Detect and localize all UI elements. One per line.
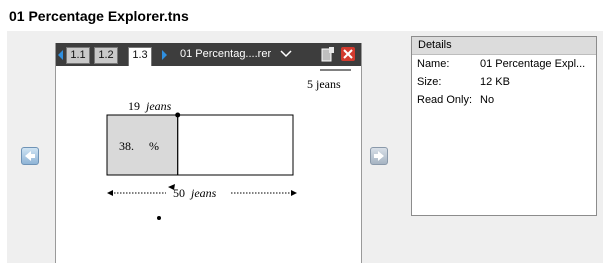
percent-value: 38.	[119, 139, 134, 153]
tab-1-1[interactable]: 1.1	[66, 47, 90, 64]
document-preview: 1.1 1.2 1.3 01 Percentag....rer 5 jeans …	[55, 43, 362, 263]
details-panel: Details Name: 01 Percentage Expl... Size…	[411, 36, 597, 216]
part-label: 19 jeans	[128, 99, 172, 113]
tab-scroll-right-icon[interactable]	[162, 50, 167, 60]
arrow-right-icon	[291, 190, 297, 196]
previous-page-button[interactable]	[21, 147, 39, 165]
scale-label: 5 jeans	[307, 77, 341, 91]
document-name[interactable]: 01 Percentag....rer	[180, 48, 271, 60]
chevron-down-icon[interactable]	[280, 49, 292, 59]
detail-value: No	[480, 94, 495, 106]
tab-scroll-left-icon[interactable]	[58, 50, 63, 60]
detail-row-size: Size: 12 KB	[412, 73, 596, 91]
close-icon	[343, 49, 353, 59]
detail-value: 01 Percentage Expl...	[480, 58, 586, 70]
arrow-left-icon	[25, 151, 35, 161]
detail-row-name: Name: 01 Percentage Expl...	[412, 55, 596, 73]
drag-handle[interactable]	[175, 112, 181, 118]
part-label-unit: jeans	[144, 99, 172, 113]
tab-1-2[interactable]: 1.2	[94, 47, 118, 64]
part-label-number: 19	[128, 99, 140, 113]
shaded-bar	[106, 114, 179, 176]
whole-label: 50 jeans	[173, 186, 217, 200]
details-heading: Details	[412, 37, 596, 55]
whole-label-unit: jeans	[189, 186, 217, 200]
whole-label-number: 50	[173, 186, 185, 200]
free-point[interactable]	[157, 216, 161, 220]
next-page-button[interactable]	[370, 147, 388, 165]
graphics-canvas: 5 jeans 19 jeans 38. % 50 jeans	[106, 69, 351, 220]
detail-value: 12 KB	[480, 76, 510, 88]
page-tab-bar: 1.1 1.2 1.3 01 Percentag....rer	[56, 43, 361, 66]
detail-label: Size:	[417, 76, 442, 88]
percent-sign: %	[149, 139, 159, 153]
detail-label: Name:	[417, 58, 450, 70]
document-tools-icon[interactable]	[321, 47, 335, 62]
detail-label: Read Only:	[417, 94, 473, 106]
close-button[interactable]	[341, 47, 355, 61]
detail-row-read-only: Read Only: No	[412, 91, 596, 109]
window-title: 01 Percentage Explorer.tns	[9, 8, 189, 24]
arrow-left-icon	[107, 190, 113, 196]
tab-1-3[interactable]: 1.3	[128, 47, 152, 66]
arrow-right-icon	[374, 151, 384, 161]
